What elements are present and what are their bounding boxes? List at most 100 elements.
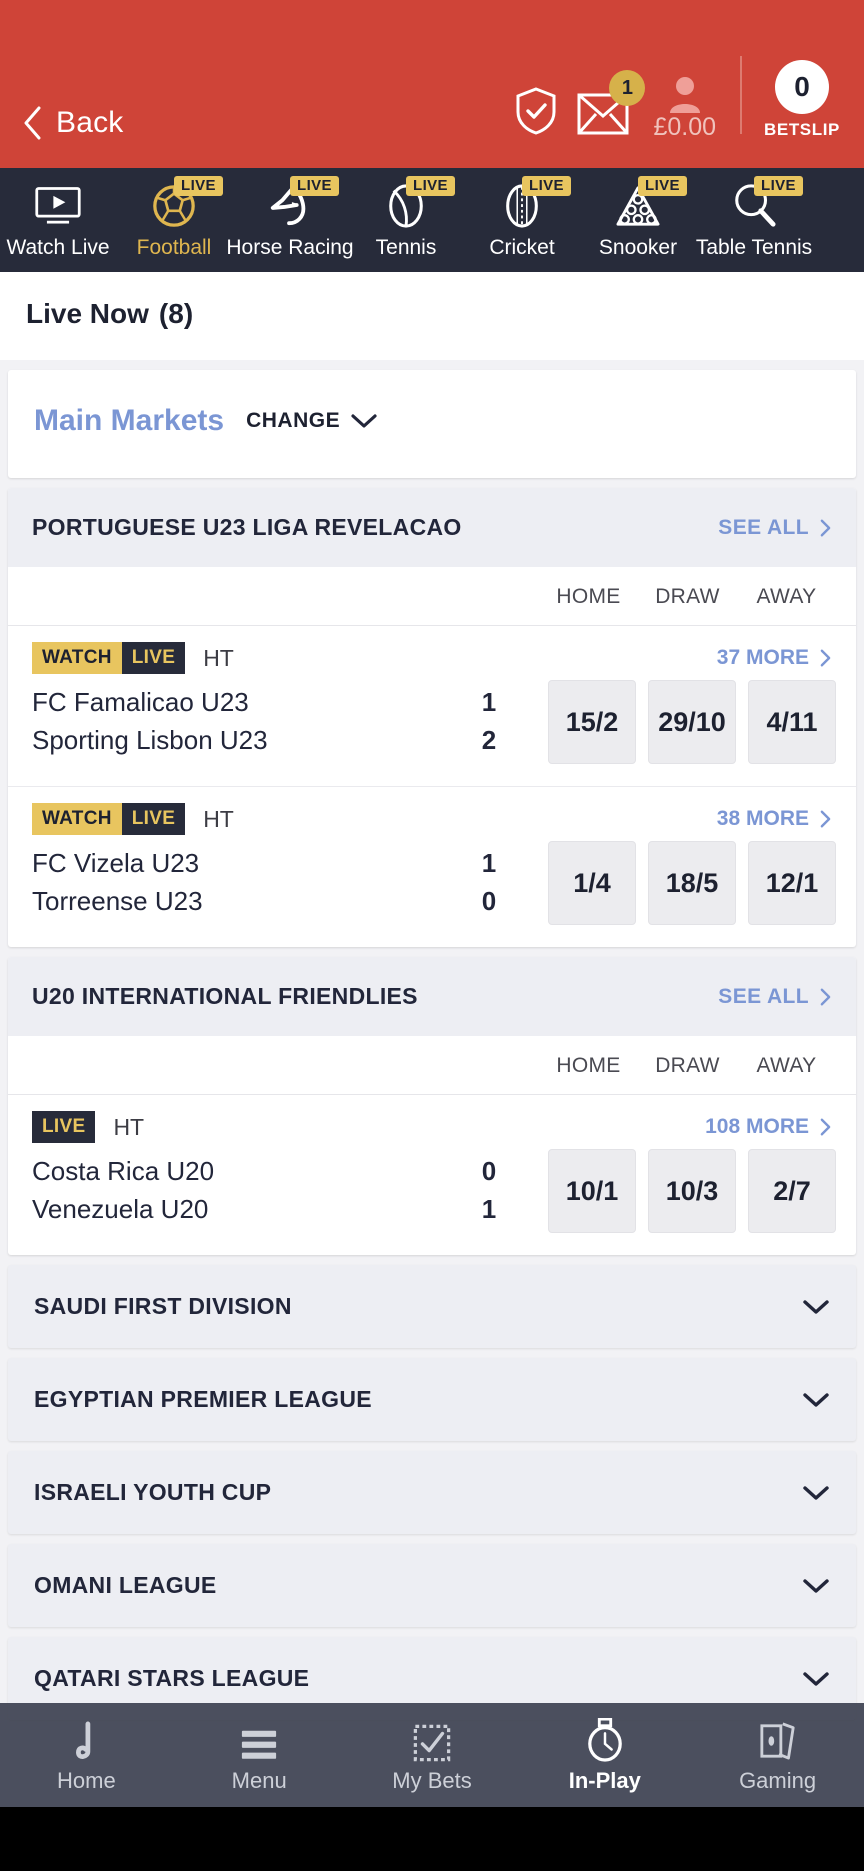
home-score: 1	[481, 687, 497, 718]
match-row[interactable]: WATCH LIVE HT 37 MORE FC Famalicao U23 Sporti…	[8, 626, 856, 787]
bottom-nav-in-play[interactable]: In-Play	[518, 1716, 691, 1794]
league-name: U20 INTERNATIONAL FRIENDLIES	[32, 983, 418, 1009]
watch-live-icon	[34, 182, 82, 230]
live-badge: LIVE	[121, 642, 186, 674]
match-body: Costa Rica U20 Venezuela U20 0 1 10/1 10/3 2/7	[28, 1149, 836, 1233]
watch-badge[interactable]: WATCH	[32, 642, 122, 674]
odds-column-headers: HOME DRAW AWAY	[8, 567, 856, 626]
sport-tab-table-tennis[interactable]: LIVE Table Tennis	[696, 168, 812, 272]
sport-tab-snooker[interactable]: LIVE Snooker	[580, 168, 696, 272]
match-row[interactable]: LIVE HT 108 MORE Costa Rica U20 Venezuela U2…	[8, 1095, 856, 1255]
league-name: EGYPTIAN PREMIER LEAGUE	[34, 1386, 372, 1412]
away-team-name: Torreense U23	[32, 886, 203, 916]
match-body: FC Famalicao U23 Sporting Lisbon U23 1 2 15/…	[28, 680, 836, 764]
live-badge: LIVE	[406, 176, 455, 196]
betslip-label: BETSLIP	[764, 120, 840, 139]
away-team-name: Venezuela U20	[32, 1194, 209, 1224]
league-header[interactable]: PORTUGUESE U23 LIGA REVELACAO SEE ALL	[8, 488, 856, 567]
account-button[interactable]: £0.00	[653, 75, 716, 140]
league-header[interactable]: U20 INTERNATIONAL FRIENDLIES SEE ALL	[8, 957, 856, 1036]
more-markets-label: 108 MORE	[705, 1115, 809, 1138]
shield-check-icon[interactable]	[513, 86, 559, 136]
more-markets-label: 37 MORE	[716, 646, 809, 669]
see-all-link[interactable]: SEE ALL	[718, 985, 832, 1009]
sport-tab-football[interactable]: LIVE Football	[116, 168, 232, 272]
content-scroll[interactable]: Live Now (8) Main Markets CHANGE PORTUGUE…	[0, 272, 864, 1871]
match-score: 12	[466, 684, 512, 759]
betslip-button[interactable]: 0 BETSLIP	[764, 60, 840, 140]
match-status: HT	[113, 1113, 145, 1140]
match-score: 01	[466, 1153, 512, 1228]
chevron-down-icon	[803, 1578, 829, 1593]
market-selector-card: Main Markets CHANGE	[8, 370, 856, 478]
bottom-nav-label: My Bets	[392, 1768, 472, 1793]
live-badge: LIVE	[754, 176, 803, 196]
match-body: FC Vizela U23 Torreense U23 1 0 1/4 18/5 12/1	[28, 841, 836, 925]
match-badges: LIVE	[32, 1111, 96, 1143]
odds-button-home[interactable]: 10/1	[548, 1149, 636, 1233]
match-score: 10	[466, 845, 512, 920]
market-selector[interactable]: Main Markets CHANGE	[8, 370, 856, 478]
chevron-right-icon	[820, 519, 831, 536]
live-badge: LIVE	[32, 1111, 96, 1143]
home-score: 0	[481, 1156, 497, 1187]
column-header: HOME	[556, 585, 621, 608]
top-header: Back 1 £0.00 0 BETSLIP	[0, 0, 864, 168]
more-markets-link[interactable]: 108 MORE	[705, 1115, 832, 1139]
market-selector-title: Main Markets	[34, 404, 225, 437]
match-status: HT	[203, 805, 234, 832]
bottom-nav-my-bets[interactable]: My Bets	[346, 1716, 519, 1794]
market-change-button[interactable]: CHANGE	[246, 409, 378, 433]
league-name: OMANI LEAGUE	[34, 1572, 217, 1598]
match-row[interactable]: WATCH LIVE HT 38 MORE FC Vizela U23 Torreense…	[8, 787, 856, 947]
odds-column-headers: HOME DRAW AWAY	[8, 1036, 856, 1095]
messages-button[interactable]: 1	[577, 70, 646, 136]
header-actions: 1 £0.00 0 BETSLIP	[513, 56, 840, 140]
collapsed-league-row[interactable]: SAUDI FIRST DIVISION	[8, 1265, 856, 1348]
chevron-right-icon	[820, 1118, 831, 1136]
odds-button-home[interactable]: 15/2	[548, 680, 636, 764]
collapsed-league-row[interactable]: EGYPTIAN PREMIER LEAGUE	[8, 1358, 856, 1441]
bottom-nav[interactable]: Home Menu My Bets In-Play Gaming	[0, 1703, 864, 1807]
odds-button-draw[interactable]: 29/10	[648, 680, 736, 764]
sports-nav[interactable]: Watch Live LIVE Football LIVE Horse Racing LI…	[0, 168, 864, 272]
column-header: DRAW	[655, 585, 720, 608]
more-markets-link[interactable]: 38 MORE	[717, 807, 832, 831]
league-card: U20 INTERNATIONAL FRIENDLIES SEE ALL HOME D…	[8, 957, 856, 1255]
more-markets-link[interactable]: 37 MORE	[717, 646, 832, 670]
chevron-down-icon	[351, 414, 377, 428]
odds-group: 1/4 18/5 12/1	[548, 841, 836, 925]
collapsed-league-row[interactable]: ISRAELI YOUTH CUP	[8, 1451, 856, 1534]
odds-button-away[interactable]: 4/11	[748, 680, 836, 764]
back-chevron-icon	[22, 106, 42, 140]
sport-tab-cricket[interactable]: LIVE Cricket	[464, 168, 580, 272]
see-all-link[interactable]: SEE ALL	[718, 516, 832, 540]
chevron-down-icon	[803, 1485, 829, 1500]
odds-button-draw[interactable]: 10/3	[648, 1149, 736, 1233]
odds-button-away[interactable]: 2/7	[748, 1149, 836, 1233]
sport-tab-tennis[interactable]: LIVE Tennis	[348, 168, 464, 272]
away-score: 1	[481, 1194, 497, 1224]
sport-tab-horse-racing[interactable]: LIVE Horse Racing	[226, 168, 354, 272]
home-icon	[67, 1716, 105, 1762]
sport-tab-label: Horse Racing	[226, 236, 354, 259]
bottom-nav-label: Gaming	[739, 1768, 817, 1793]
sport-tab-watch-live[interactable]: Watch Live	[0, 168, 116, 272]
match-badges: WATCH LIVE	[32, 803, 186, 835]
chevron-down-icon	[803, 1671, 829, 1686]
watch-badge[interactable]: WATCH	[32, 803, 122, 835]
collapsed-leagues-list: SAUDI FIRST DIVISION EGYPTIAN PREMIER LEA…	[0, 1265, 864, 1720]
bottom-nav-label: In-Play	[568, 1768, 641, 1793]
odds-button-away[interactable]: 12/1	[748, 841, 836, 925]
bottom-nav-home[interactable]: Home	[0, 1716, 173, 1794]
column-header: HOME	[556, 1054, 621, 1077]
odds-button-home[interactable]: 1/4	[548, 841, 636, 925]
bottom-nav-gaming[interactable]: Gaming	[691, 1716, 864, 1794]
odds-button-draw[interactable]: 18/5	[648, 841, 736, 925]
column-header: AWAY	[756, 585, 817, 608]
collapsed-league-row[interactable]: OMANI LEAGUE	[8, 1544, 856, 1627]
chevron-down-icon	[803, 1392, 829, 1407]
bottom-nav-menu[interactable]: Menu	[173, 1716, 346, 1794]
back-button[interactable]: Back	[22, 106, 124, 140]
live-badge: LIVE	[638, 176, 687, 196]
